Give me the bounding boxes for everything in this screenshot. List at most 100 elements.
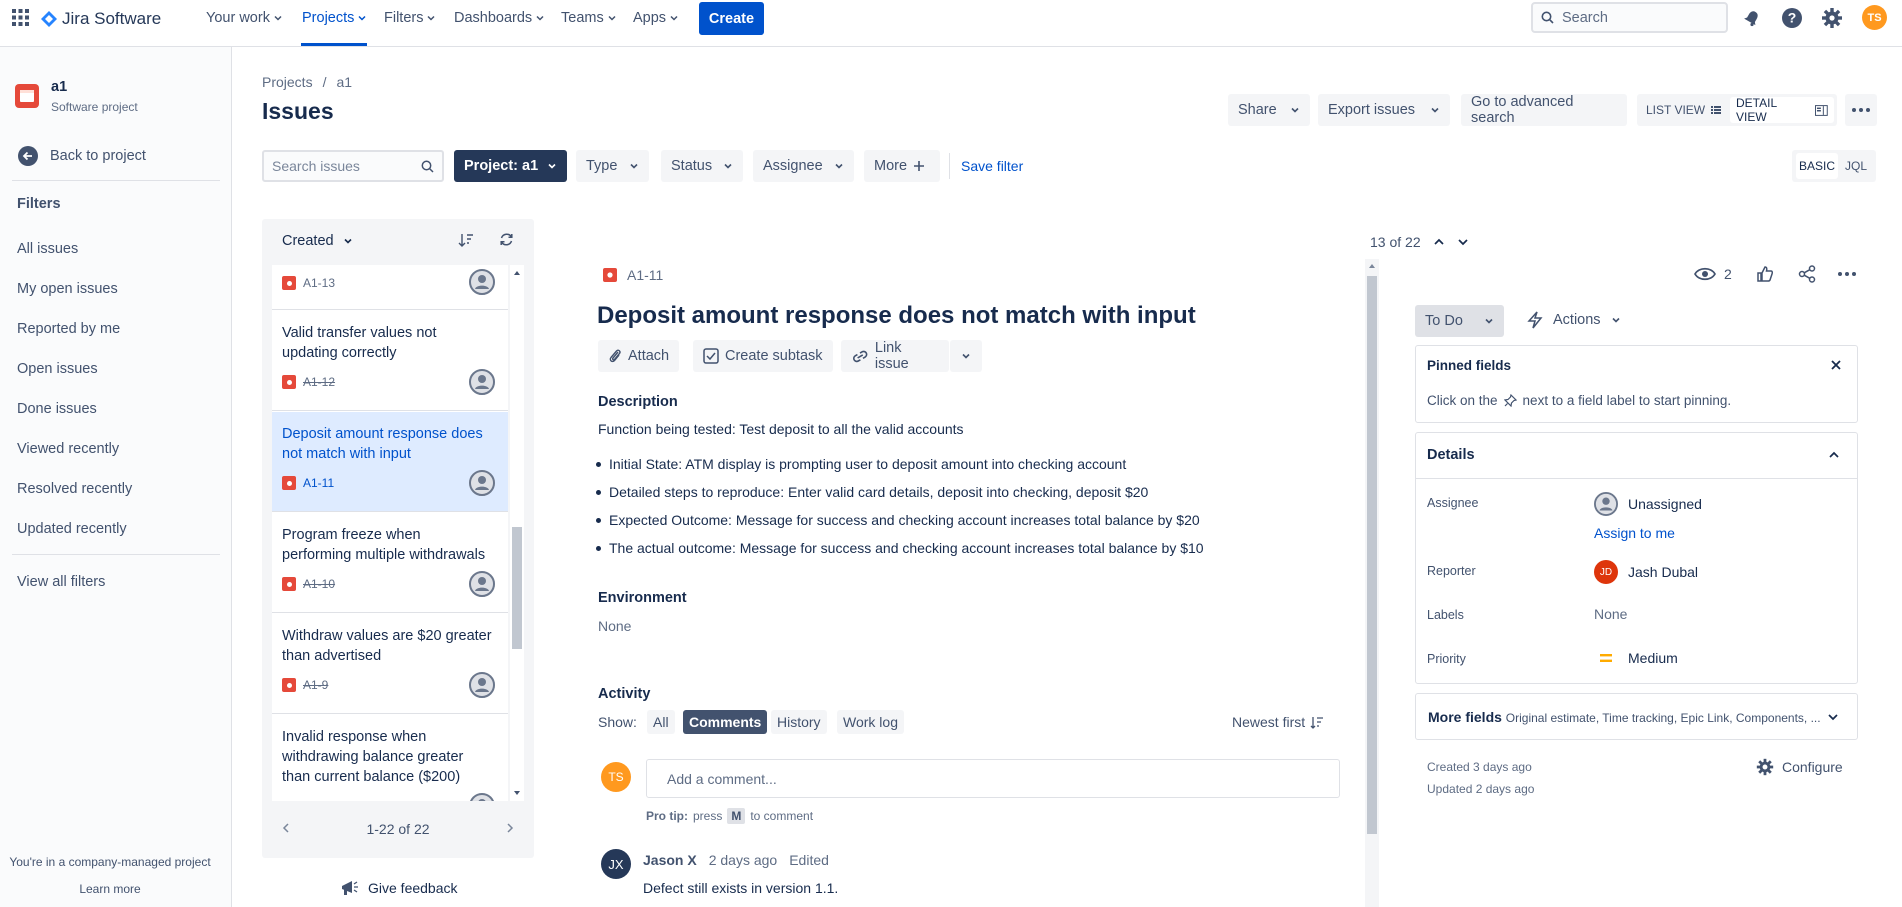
filter-my-open-issues[interactable]: My open issues xyxy=(17,281,118,297)
filter-updated-recently[interactable]: Updated recently xyxy=(17,521,127,537)
learn-more-link[interactable]: Learn more xyxy=(0,882,220,896)
type-filter-button[interactable]: Type xyxy=(576,150,649,182)
create-subtask-button[interactable]: Create subtask xyxy=(693,340,833,372)
basic-mode-button[interactable]: BASIC xyxy=(1796,153,1838,179)
chevron-down-icon[interactable] xyxy=(1457,237,1469,247)
refresh-icon[interactable] xyxy=(499,232,514,247)
search-issues-input[interactable]: Search issues xyxy=(262,150,444,182)
list-item[interactable]: A1-13 xyxy=(272,265,508,310)
chevron-up-icon[interactable] xyxy=(1433,237,1445,247)
nav-teams[interactable]: Teams xyxy=(561,0,617,36)
filter-resolved-recently[interactable]: Resolved recently xyxy=(17,481,132,497)
list-view-button[interactable]: LIST VIEW xyxy=(1641,97,1726,123)
environment-value[interactable]: None xyxy=(598,618,631,634)
filter-reported-by-me[interactable]: Reported by me xyxy=(17,321,120,337)
nav-filters[interactable]: Filters xyxy=(384,0,436,36)
issue-title: Program freeze when performing multiple … xyxy=(282,527,486,563)
back-to-project-link[interactable]: Back to project xyxy=(17,145,146,167)
jira-logo[interactable]: Jira Software xyxy=(41,9,161,29)
filter-done-issues[interactable]: Done issues xyxy=(17,401,97,417)
add-comment-input[interactable]: Add a comment... xyxy=(646,759,1340,798)
issue-more-icon[interactable] xyxy=(1838,272,1856,276)
sort-order-icon[interactable] xyxy=(458,233,474,247)
user-avatar[interactable]: TS xyxy=(1862,5,1887,30)
commenter-avatar[interactable]: JX xyxy=(601,849,631,879)
top-navigation: Jira Software Your work Projects Filters… xyxy=(0,0,1902,47)
global-search[interactable]: Search xyxy=(1531,2,1728,33)
detail-scrollbar[interactable] xyxy=(1365,259,1379,907)
sort-created-dropdown[interactable]: Created xyxy=(282,233,353,249)
issue-title[interactable]: Deposit amount response does not match w… xyxy=(597,302,1196,330)
assignee-value[interactable]: Unassigned xyxy=(1594,492,1702,516)
details-header[interactable]: Details xyxy=(1415,432,1858,479)
assign-to-me-link[interactable]: Assign to me xyxy=(1594,525,1675,541)
advanced-search-button[interactable]: Go to advanced search xyxy=(1461,94,1627,126)
close-icon[interactable] xyxy=(1830,359,1842,371)
nav-apps[interactable]: Apps xyxy=(633,0,679,36)
share-icon[interactable] xyxy=(1798,265,1816,283)
status-filter-button[interactable]: Status xyxy=(661,150,743,182)
actions-dropdown[interactable]: Actions xyxy=(1527,311,1621,329)
scrollbar-thumb[interactable] xyxy=(512,527,522,649)
activity-tab-comments[interactable]: Comments xyxy=(683,710,768,734)
status-dropdown-button[interactable]: To Do xyxy=(1415,305,1504,337)
labels-value[interactable]: None xyxy=(1594,606,1627,622)
more-actions-icon[interactable] xyxy=(1845,94,1877,126)
list-item[interactable]: Valid transfer values not updating corre… xyxy=(272,311,508,411)
save-filter-link[interactable]: Save filter xyxy=(961,158,1023,174)
project-name[interactable]: a1 xyxy=(51,79,67,95)
priority-value[interactable]: Medium xyxy=(1594,650,1678,666)
settings-gear-icon[interactable] xyxy=(1819,5,1845,31)
list-item[interactable]: Invalid response when withdrawing balanc… xyxy=(272,715,508,801)
reporter-value[interactable]: JD Jash Dubal xyxy=(1594,560,1698,584)
issue-key-link[interactable]: A1-11 xyxy=(627,267,663,283)
link-issue-button[interactable]: Link issue xyxy=(841,340,949,372)
configure-button[interactable]: Configure xyxy=(1756,758,1843,776)
list-item-selected[interactable]: Deposit amount response does not match w… xyxy=(272,412,508,512)
description-intro[interactable]: Function being tested: Test deposit to a… xyxy=(598,421,964,437)
create-button[interactable]: Create xyxy=(699,2,764,35)
filter-open-issues[interactable]: Open issues xyxy=(17,361,98,377)
attach-button[interactable]: Attach xyxy=(598,340,680,372)
help-icon[interactable]: ? xyxy=(1779,5,1805,31)
nav-your-work[interactable]: Your work xyxy=(206,0,283,36)
filter-all-issues[interactable]: All issues xyxy=(17,241,78,257)
list-item[interactable]: Program freeze when performing multiple … xyxy=(272,513,508,613)
chevron-down-icon xyxy=(344,238,352,244)
list-item[interactable]: Withdraw values are $20 greater than adv… xyxy=(272,614,508,714)
activity-tab-all[interactable]: All xyxy=(647,710,675,734)
notifications-icon[interactable] xyxy=(1739,5,1765,31)
view-all-filters-link[interactable]: View all filters xyxy=(17,574,105,590)
more-fields-panel[interactable]: More fields Original estimate, Time trac… xyxy=(1415,693,1858,740)
detail-view-button[interactable]: DETAIL VIEW xyxy=(1730,96,1834,124)
assignee-filter-button[interactable]: Assignee xyxy=(753,150,854,182)
nav-projects[interactable]: Projects xyxy=(302,0,367,36)
more-tools-chevron-icon[interactable] xyxy=(950,340,982,372)
watch-button[interactable]: 2 xyxy=(1694,266,1732,282)
chevron-down-icon xyxy=(358,15,366,21)
issue-list-scrollbar[interactable] xyxy=(510,265,524,801)
give-feedback-button[interactable]: Give feedback xyxy=(340,879,458,897)
next-page-icon[interactable] xyxy=(505,822,515,834)
scrollbar-thumb[interactable] xyxy=(1367,276,1377,834)
share-button[interactable]: Share xyxy=(1228,94,1310,126)
commenter-name[interactable]: Jason X xyxy=(643,852,697,868)
more-filters-button[interactable]: More xyxy=(864,150,940,182)
vote-thumbs-up-icon[interactable] xyxy=(1756,265,1774,283)
project-filter-label: Project: a1 xyxy=(464,158,539,174)
activity-sort-button[interactable]: Newest first xyxy=(1232,714,1324,730)
breadcrumb-project[interactable]: a1 xyxy=(336,74,352,90)
breadcrumb-projects[interactable]: Projects xyxy=(262,74,313,90)
app-switcher-icon[interactable] xyxy=(12,9,29,26)
filter-viewed-recently[interactable]: Viewed recently xyxy=(17,441,119,457)
activity-tab-history[interactable]: History xyxy=(771,710,827,734)
export-issues-button[interactable]: Export issues xyxy=(1318,94,1450,126)
project-filter-button[interactable]: Project: a1 xyxy=(454,150,567,182)
jql-mode-button[interactable]: JQL xyxy=(1840,153,1872,179)
activity-tab-worklog[interactable]: Work log xyxy=(837,710,904,734)
status-filter-label: Status xyxy=(671,158,713,174)
chevron-down-icon xyxy=(427,15,436,21)
project-avatar-icon xyxy=(15,84,39,108)
nav-dashboards[interactable]: Dashboards xyxy=(454,0,545,36)
share-label: Share xyxy=(1238,102,1277,118)
